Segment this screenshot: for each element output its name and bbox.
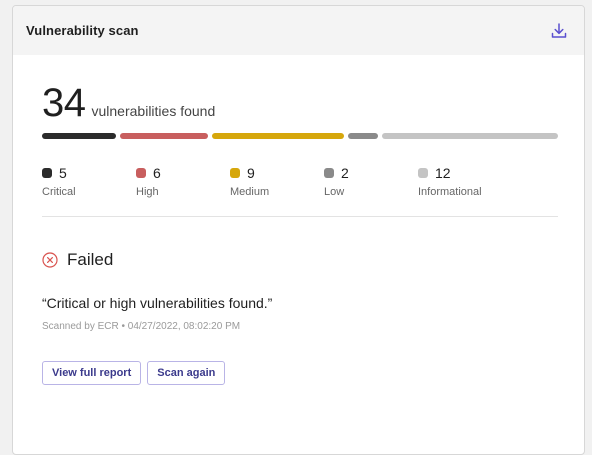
view-full-report-button[interactable]: View full report bbox=[42, 361, 142, 385]
low-count: 2 bbox=[341, 165, 349, 181]
critical-count: 5 bbox=[59, 165, 67, 181]
download-icon bbox=[551, 22, 567, 38]
severity-bar-segment-informational bbox=[381, 133, 558, 139]
severity-bar-segment-high bbox=[119, 133, 208, 139]
card-header: Vulnerability scan bbox=[13, 6, 584, 55]
total-vulnerability-count: 34 bbox=[42, 81, 86, 125]
informational-label: Informational bbox=[418, 186, 482, 198]
vulnerability-scan-card: Vulnerability scan 34 vulnerabilities fo… bbox=[12, 5, 585, 455]
low-label: Low bbox=[324, 186, 345, 198]
legend-item-low: 2 Low bbox=[324, 165, 349, 198]
actions: View full report Scan again bbox=[42, 361, 226, 385]
informational-count: 12 bbox=[435, 165, 451, 181]
high-label: High bbox=[136, 186, 159, 198]
failed-x-circle-icon bbox=[42, 252, 58, 268]
high-count: 6 bbox=[153, 165, 161, 181]
scan-again-button[interactable]: Scan again bbox=[147, 361, 226, 385]
legend-item-medium: 9 Medium bbox=[230, 165, 269, 198]
scan-metadata: Scanned by ECR • 04/27/2022, 08:02:20 PM bbox=[42, 321, 241, 332]
medium-count: 9 bbox=[247, 165, 255, 181]
legend-item-high: 6 High bbox=[136, 165, 161, 198]
severity-legend: 5 Critical 6 High 9 Medium 2 Low 12 Info… bbox=[42, 165, 558, 205]
severity-bar-segment-low bbox=[348, 133, 378, 139]
result-message: “Critical or high vulnerabilities found.… bbox=[42, 295, 273, 311]
scan-status: Failed bbox=[42, 250, 113, 270]
card-title: Vulnerability scan bbox=[26, 23, 139, 38]
severity-bar-segment-medium bbox=[211, 133, 345, 139]
medium-swatch bbox=[230, 168, 240, 178]
high-swatch bbox=[136, 168, 146, 178]
total-vulnerability-label: vulnerabilities found bbox=[91, 103, 216, 119]
download-button[interactable] bbox=[549, 21, 569, 41]
medium-label: Medium bbox=[230, 186, 270, 198]
severity-bar-segment-critical bbox=[42, 133, 116, 139]
legend-item-critical: 5 Critical bbox=[42, 165, 76, 198]
critical-swatch bbox=[42, 168, 52, 178]
informational-swatch bbox=[418, 168, 428, 178]
low-swatch bbox=[324, 168, 334, 178]
severity-distribution-bar bbox=[42, 133, 558, 139]
summary: 34 vulnerabilities found bbox=[42, 83, 215, 123]
section-divider bbox=[42, 216, 558, 217]
critical-label: Critical bbox=[42, 186, 76, 198]
status-text: Failed bbox=[67, 250, 114, 269]
legend-item-informational: 12 Informational bbox=[418, 165, 482, 198]
